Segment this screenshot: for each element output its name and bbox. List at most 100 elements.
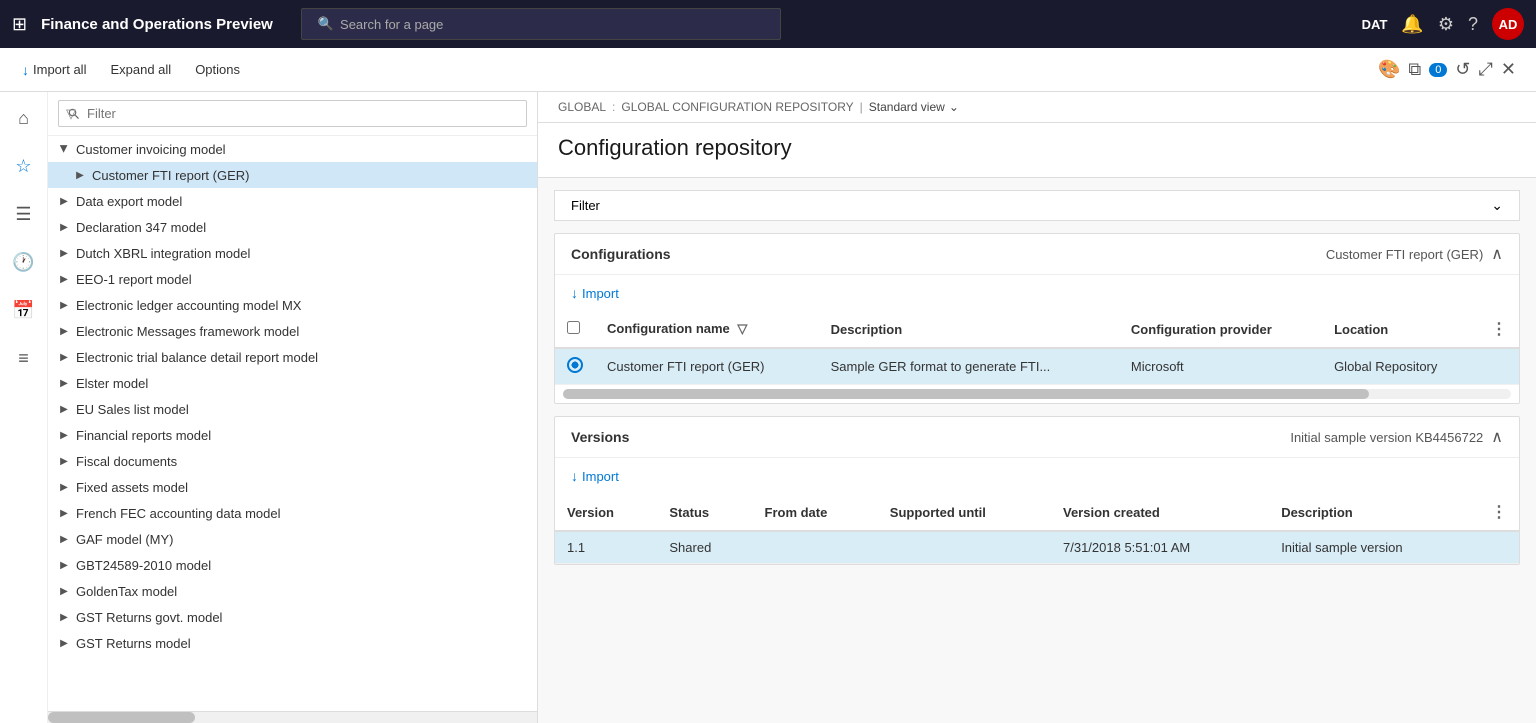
versions-import-button[interactable]: ↓ Import <box>555 462 635 490</box>
tree-label-elster: Elster model <box>76 376 529 391</box>
search-bar[interactable]: 🔍 Search for a page <box>301 8 781 40</box>
row-supported-until <box>878 531 1051 564</box>
expander-data-export[interactable]: ▶ <box>56 193 72 209</box>
expander-french-fec[interactable]: ▶ <box>56 505 72 521</box>
tree-label-electronic-trial: Electronic trial balance detail report m… <box>76 350 529 365</box>
tree-item-data-export[interactable]: ▶ Data export model <box>48 188 537 214</box>
filter-chevron-down-icon[interactable]: ⌄ <box>1491 197 1503 214</box>
versions-table-row[interactable]: 1.1 Shared 7/31/2018 5:51:01 AM Initial … <box>555 531 1519 564</box>
refresh-icon[interactable]: ↺ <box>1455 59 1470 80</box>
tree-label-gst-govt: GST Returns govt. model <box>76 610 529 625</box>
tree-item-eu-sales[interactable]: ▶ EU Sales list model <box>48 396 537 422</box>
import-all-label: Import all <box>33 62 86 77</box>
expander-eu-sales[interactable]: ▶ <box>56 401 72 417</box>
filter-label: Filter <box>571 198 600 213</box>
settings-icon[interactable]: ⚙ <box>1438 14 1454 35</box>
row-config-name: Customer FTI report (GER) <box>595 348 819 385</box>
tree-item-declaration-347[interactable]: ▶ Declaration 347 model <box>48 214 537 240</box>
col-header-description: Description <box>819 311 1119 348</box>
sidebar-clock[interactable]: 🕐 <box>6 244 42 280</box>
page-title: Configuration repository <box>558 135 1516 161</box>
grid-icon[interactable]: ⊞ <box>12 14 27 35</box>
tree-content: ▶ Customer invoicing model ▶ Customer FT… <box>48 136 537 711</box>
sidebar-star[interactable]: ☆ <box>6 148 42 184</box>
expander-declaration-347[interactable]: ▶ <box>56 219 72 235</box>
versions-collapse-icon[interactable]: ∧ <box>1491 427 1503 447</box>
breadcrumb-bar: GLOBAL : GLOBAL CONFIGURATION REPOSITORY… <box>538 92 1536 123</box>
sidebar-home[interactable]: ⌂ <box>6 100 42 136</box>
window-icon[interactable]: ⧉ <box>1408 59 1421 80</box>
tree-item-gaf[interactable]: ▶ GAF model (MY) <box>48 526 537 552</box>
configurations-import-button[interactable]: ↓ Import <box>555 279 635 307</box>
expander-customer-fti[interactable]: ▶ <box>72 167 88 183</box>
expander-electronic-ledger[interactable]: ▶ <box>56 297 72 313</box>
expander-gaf[interactable]: ▶ <box>56 531 72 547</box>
configurations-import-label: Import <box>582 286 619 301</box>
tree-item-elster[interactable]: ▶ Elster model <box>48 370 537 396</box>
expander-gbt[interactable]: ▶ <box>56 557 72 573</box>
expander-gst-returns[interactable]: ▶ <box>56 635 72 651</box>
avatar[interactable]: AD <box>1492 8 1524 40</box>
view-label: Standard view <box>869 100 945 114</box>
expander-customer-invoicing[interactable]: ▶ <box>56 141 72 157</box>
configurations-table-row[interactable]: Customer FTI report (GER) Sample GER for… <box>555 348 1519 385</box>
expand-all-button[interactable]: Expand all <box>100 58 181 81</box>
expander-elster[interactable]: ▶ <box>56 375 72 391</box>
config-name-filter-icon[interactable]: ▽ <box>737 321 747 336</box>
env-badge: DAT <box>1362 17 1388 32</box>
tree-item-gst-govt[interactable]: ▶ GST Returns govt. model <box>48 604 537 630</box>
col-more-icon[interactable]: ⋮ <box>1491 321 1507 338</box>
tree-item-electronic-messages[interactable]: ▶ Electronic Messages framework model <box>48 318 537 344</box>
tree-item-financial-reports[interactable]: ▶ Financial reports model <box>48 422 537 448</box>
ver-col-more-icon[interactable]: ⋮ <box>1491 504 1507 521</box>
configurations-collapse-icon[interactable]: ∧ <box>1491 244 1503 264</box>
select-all-checkbox[interactable] <box>567 321 580 334</box>
expander-fixed-assets[interactable]: ▶ <box>56 479 72 495</box>
help-icon[interactable]: ? <box>1468 14 1478 35</box>
configurations-header: Configurations Customer FTI report (GER)… <box>555 234 1519 275</box>
tree-item-fixed-assets[interactable]: ▶ Fixed assets model <box>48 474 537 500</box>
row-location: Global Repository <box>1322 348 1479 385</box>
close-icon[interactable]: ✕ <box>1501 59 1516 80</box>
sidebar-calendar[interactable]: 📅 <box>6 292 42 328</box>
expander-financial-reports[interactable]: ▶ <box>56 427 72 443</box>
versions-header-right: Initial sample version KB4456722 ∧ <box>1290 427 1503 447</box>
palette-icon[interactable]: 🎨 <box>1378 59 1400 80</box>
expander-dutch-xbrl[interactable]: ▶ <box>56 245 72 261</box>
tree-filter-input[interactable] <box>58 100 527 127</box>
expander-gst-govt[interactable]: ▶ <box>56 609 72 625</box>
expander-electronic-messages[interactable]: ▶ <box>56 323 72 339</box>
configurations-selected-label: Customer FTI report (GER) <box>1326 247 1483 262</box>
import-all-button[interactable]: ↓ Import all <box>12 58 96 82</box>
view-selector[interactable]: Standard view ⌄ <box>869 100 959 114</box>
expander-goldentax[interactable]: ▶ <box>56 583 72 599</box>
top-nav: ⊞ Finance and Operations Preview 🔍 Searc… <box>0 0 1536 48</box>
tree-item-fiscal-documents[interactable]: ▶ Fiscal documents <box>48 448 537 474</box>
tree-item-gbt[interactable]: ▶ GBT24589-2010 model <box>48 552 537 578</box>
row-radio[interactable] <box>567 357 583 373</box>
expander-fiscal-documents[interactable]: ▶ <box>56 453 72 469</box>
tree-item-customer-invoicing[interactable]: ▶ Customer invoicing model <box>48 136 537 162</box>
tree-item-customer-fti[interactable]: ▶ Customer FTI report (GER) <box>48 162 537 188</box>
tree-item-french-fec[interactable]: ▶ French FEC accounting data model <box>48 500 537 526</box>
tree-item-dutch-xbrl[interactable]: ▶ Dutch XBRL integration model <box>48 240 537 266</box>
tree-scroll[interactable] <box>48 711 537 723</box>
popout-icon[interactable]: ⤢ <box>1479 59 1493 80</box>
expander-electronic-trial[interactable]: ▶ <box>56 349 72 365</box>
tree-item-electronic-ledger[interactable]: ▶ Electronic ledger accounting model MX <box>48 292 537 318</box>
tree-panel: ▽ ▶ Customer invoicing model ▶ Customer … <box>48 92 538 723</box>
configurations-scrollbar[interactable] <box>555 385 1519 403</box>
notification-icon[interactable]: 🔔 <box>1401 14 1423 35</box>
col-header-location: Location <box>1322 311 1479 348</box>
tree-item-eeo1[interactable]: ▶ EEO-1 report model <box>48 266 537 292</box>
side-icons: ⌂ ☆ ☰ 🕐 📅 ≡ <box>0 92 48 723</box>
tree-item-goldentax[interactable]: ▶ GoldenTax model <box>48 578 537 604</box>
expander-eeo1[interactable]: ▶ <box>56 271 72 287</box>
sidebar-list[interactable]: ≡ <box>6 340 42 376</box>
row-ver-more <box>1479 531 1519 564</box>
tree-item-electronic-trial[interactable]: ▶ Electronic trial balance detail report… <box>48 344 537 370</box>
options-button[interactable]: Options <box>185 58 250 81</box>
tree-item-gst-returns[interactable]: ▶ GST Returns model <box>48 630 537 656</box>
versions-table-header-row: Version Status From date Supported until… <box>555 494 1519 531</box>
sidebar-lines[interactable]: ☰ <box>6 196 42 232</box>
